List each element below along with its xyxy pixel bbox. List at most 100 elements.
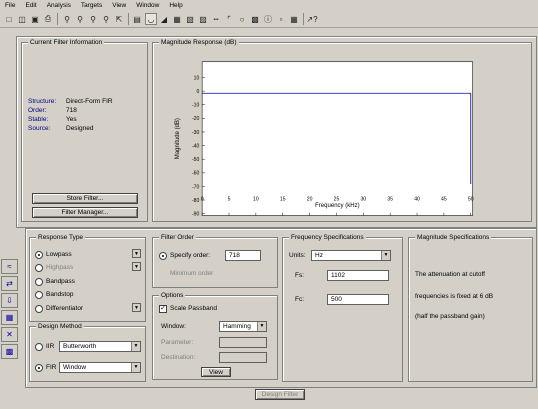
bandpass-label: Bandpass (46, 278, 75, 285)
bandpass-radio[interactable] (35, 278, 43, 286)
group-delay-icon[interactable]: ▧ (184, 13, 196, 25)
filter-info-icon[interactable]: ⓘ (262, 13, 274, 25)
menu-analysis[interactable]: Analysis (46, 2, 72, 9)
menu-file[interactable]: File (4, 2, 16, 9)
bandstop-label: Bandstop (46, 291, 74, 298)
y-tick-label: -30 (192, 130, 200, 136)
filter-manager-button[interactable]: Filter Manager... (32, 207, 138, 218)
design-method-panel: Design Method IIR Butterworth ▼ FIR Windo… (29, 323, 146, 382)
parameter2-input[interactable] (219, 352, 267, 363)
y-axis-label: Magnitude (dB) (175, 118, 181, 159)
lowpass-radio[interactable] (35, 251, 43, 259)
y-tick-label: -70 (192, 184, 200, 190)
magnitude-icon[interactable]: ◡ (145, 13, 157, 25)
view-button[interactable]: View (201, 367, 231, 377)
zoom-out-icon[interactable]: ⚲ (74, 13, 86, 25)
fc-label: Fc: (295, 296, 305, 303)
magnitude-plot: 10 0 -10 -20 -30 -40 -50 -60 -70 -80 -90 0 5 10 15 20 2… (175, 61, 474, 218)
magnitude-specs-title: Magnitude Specifications (415, 234, 492, 241)
new-icon[interactable]: □ (3, 13, 15, 25)
menu-targets[interactable]: Targets (80, 2, 103, 9)
x-tick-label: 35 (387, 197, 393, 203)
save-icon[interactable]: ▣ (29, 13, 41, 25)
frequency-specs-panel: Frequency Specifications Units: Hz ▼ Fs: … (282, 234, 403, 382)
iir-method-select[interactable]: Butterworth ▼ (59, 341, 141, 352)
mag-phase-icon[interactable]: ▦ (171, 13, 183, 25)
x-axis-label: Frequency (kHz) (315, 203, 359, 209)
phase-icon[interactable]: ◢ (158, 13, 170, 25)
specify-order-radio[interactable] (159, 252, 167, 260)
fir-method-select[interactable]: Window ▼ (59, 362, 141, 373)
full-view-icon[interactable]: ⇱ (113, 13, 125, 25)
scale-passband-checkbox[interactable]: ✓ (159, 305, 167, 313)
quantize-icon[interactable]: ▦ (1, 310, 18, 325)
coefficients-icon[interactable]: ▩ (249, 13, 261, 25)
fir-method-value: Window (63, 364, 87, 371)
pole-zero-editor-icon[interactable]: ✕ (1, 327, 18, 342)
store-filter-button[interactable]: Store Filter... (32, 193, 138, 204)
print-icon[interactable]: ⎙ (42, 13, 54, 25)
window-dropdown-icon: ▼ (257, 322, 266, 331)
grid-icon[interactable]: ▦ (288, 13, 300, 25)
phase-delay-icon[interactable]: ▨ (197, 13, 209, 25)
design-filter-icon[interactable]: ≈ (1, 259, 18, 274)
whats-this-icon[interactable]: ↗? (306, 13, 318, 25)
menu-help[interactable]: Help (168, 2, 183, 9)
y-tick-label: -80 (192, 198, 200, 204)
menu-edit[interactable]: Edit (24, 2, 37, 9)
zoom-y-icon[interactable]: ⚲ (87, 13, 99, 25)
highpass-combo[interactable]: ▼ (46, 262, 141, 273)
highpass-radio[interactable] (35, 264, 43, 272)
current-filter-title: Current Filter Information (28, 39, 105, 46)
lowpass-combo[interactable]: ▼ (46, 249, 141, 260)
step-icon[interactable]: ⌜ (223, 13, 235, 25)
differentiator-combo[interactable]: ▼ (46, 303, 141, 314)
minimum-order-label[interactable]: Minimum order (170, 270, 213, 277)
fs-input[interactable]: 1102 (327, 270, 389, 281)
transform-icon[interactable]: ⇄ (1, 276, 18, 291)
legend-icon[interactable]: ▫ (275, 13, 287, 25)
fc-input[interactable]: 500 (327, 294, 389, 305)
zoom-in-icon[interactable]: ⚲ (61, 13, 73, 25)
import-icon[interactable]: ⇩ (1, 293, 18, 308)
y-tick-label: -50 (192, 157, 200, 163)
y-tick-label: -40 (192, 143, 200, 149)
x-tick-label: 20 (307, 197, 313, 203)
toolbar: □ ◫ ▣ ⎙ ⚲ ⚲ ⚲ ⚲ ⇱ ▤ ◡ ◢ ▦ ▧ ▨ ┅ ⌜ ○ ▩ ⓘ … (0, 11, 538, 28)
y-tick-label: -90 (192, 212, 200, 218)
iir-radio[interactable] (35, 343, 43, 351)
window-select[interactable]: Hamming ▼ (219, 321, 267, 332)
differentiator-radio[interactable] (35, 305, 43, 313)
structure-label: Structure: (28, 98, 57, 105)
menu-view[interactable]: View (111, 2, 127, 9)
mag-spec-line-2: frequencies is fixed at 6 dB (415, 293, 494, 300)
fir-dropdown-icon: ▼ (131, 363, 140, 372)
impulse-icon[interactable]: ┅ (210, 13, 222, 25)
filter-specs-icon[interactable]: ▤ (131, 13, 143, 25)
fir-radio[interactable] (35, 364, 43, 372)
options-panel: Options ✓ Scale Passband Window: Hamming… (152, 292, 278, 380)
x-tick-label: 10 (253, 197, 259, 203)
iir-label: IIR (46, 343, 55, 350)
zoom-x-icon[interactable]: ⚲ (100, 13, 112, 25)
y-tick-label: -20 (192, 116, 200, 122)
current-filter-info-panel: Current Filter Information Structure: Di… (21, 39, 148, 222)
bandstop-radio[interactable] (35, 291, 43, 299)
parameter-input[interactable] (219, 337, 267, 348)
design-filter-button[interactable]: Design Filter (255, 389, 305, 400)
x-tick-label: 15 (280, 197, 286, 203)
order-input[interactable]: 718 (225, 250, 261, 261)
parameter2-label: Destination: (161, 354, 196, 361)
plot-axes-box (201, 61, 473, 216)
x-tick-label: 0 (201, 197, 204, 203)
menu-window[interactable]: Window (135, 2, 160, 9)
realize-model-icon[interactable]: ▩ (1, 344, 18, 359)
pole-zero-icon[interactable]: ○ (236, 13, 248, 25)
units-select[interactable]: Hz ▼ (311, 250, 391, 261)
frequency-specs-title: Frequency Specifications (289, 234, 366, 241)
open-icon[interactable]: ◫ (16, 13, 28, 25)
fir-label: FIR (46, 364, 57, 371)
y-tick-label: -10 (192, 103, 200, 109)
structure-value: Direct-Form FIR (66, 98, 113, 105)
x-tick-label: 40 (414, 197, 420, 203)
